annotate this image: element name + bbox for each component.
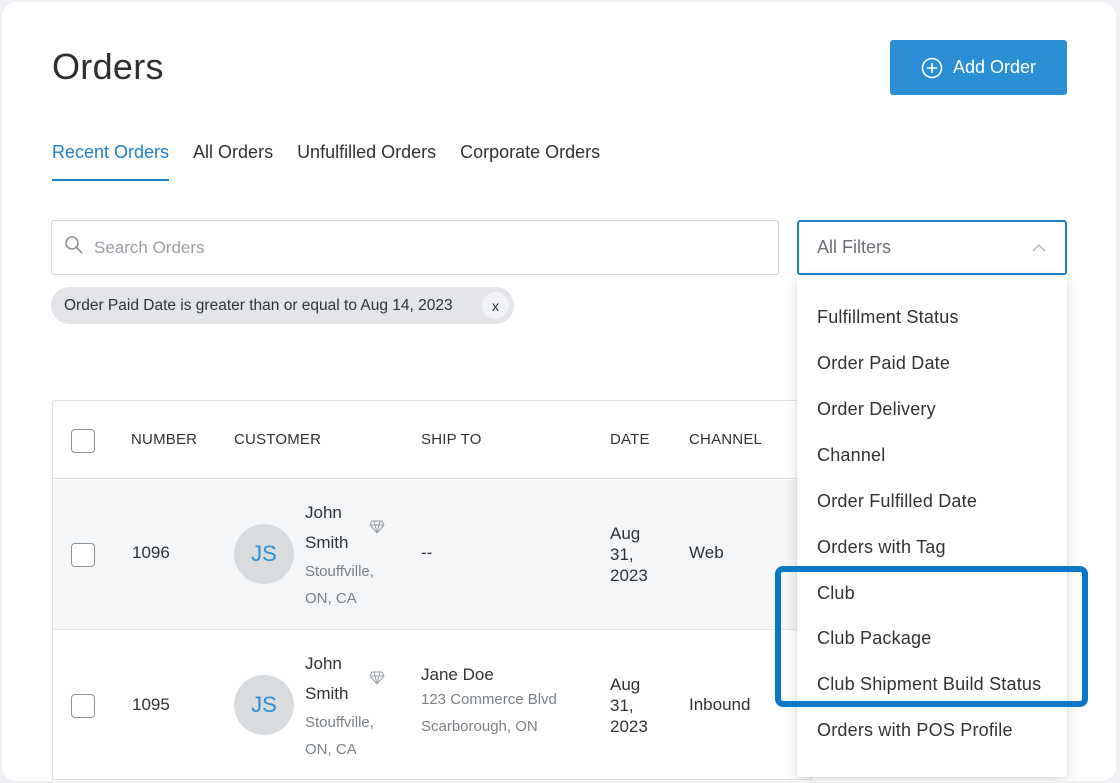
table-row[interactable]: 1095 JS John Smith Stouffville, ON, CA J… (53, 630, 811, 780)
table-row[interactable]: 1096 JS John Smith Stouffville, ON, CA -… (53, 480, 811, 630)
filter-option-order-fulfilled-date[interactable]: Order Fulfilled Date (817, 491, 977, 512)
ship-to-name: Jane Doe (421, 665, 494, 684)
add-order-label: Add Order (952, 57, 1037, 77)
column-header-channel[interactable]: CHANNEL (689, 431, 762, 448)
page-title: Orders (52, 46, 164, 87)
search-box (51, 220, 779, 275)
column-header-customer[interactable]: CUSTOMER (234, 431, 321, 448)
order-date-month: Aug (610, 524, 641, 543)
ship-to-city: Scarborough, ON (421, 718, 538, 735)
filter-option-order-paid-date[interactable]: Order Paid Date (817, 353, 950, 374)
order-date-year: 2023 (610, 717, 648, 736)
diamond-icon (369, 671, 385, 690)
tab-recent-orders[interactable]: Recent Orders (52, 142, 170, 181)
avatar: JS (234, 675, 294, 735)
filter-option-club-package[interactable]: Club Package (817, 628, 931, 649)
filter-option-orders-with-pos-profile[interactable]: Orders with POS Profile (817, 720, 1013, 741)
orders-panel: Orders Add Order Recent Orders All Order… (2, 2, 1116, 781)
orders-table: NUMBER CUSTOMER SHIP TO DATE CHANNEL 109… (52, 400, 812, 781)
order-number[interactable]: 1096 (132, 543, 170, 563)
customer-city: Stouffville, (305, 563, 374, 580)
order-number[interactable]: 1095 (132, 695, 170, 715)
customer-first-name[interactable]: John (305, 498, 355, 528)
tab-corporate-orders[interactable]: Corporate Orders (460, 142, 600, 181)
filter-chip-text: Order Paid Date is greater than or equal… (64, 296, 453, 314)
search-icon (64, 235, 84, 260)
row-checkbox[interactable] (71, 543, 95, 567)
filter-option-orders-with-tag[interactable]: Orders with Tag (817, 537, 946, 558)
active-filter-chip: Order Paid Date is greater than or equal… (51, 287, 514, 324)
all-filters-label: All Filters (817, 237, 892, 257)
filter-option-fulfillment-status[interactable]: Fulfillment Status (817, 307, 959, 328)
tab-all-orders[interactable]: All Orders (193, 142, 273, 181)
filter-option-order-delivery[interactable]: Order Delivery (817, 399, 936, 420)
order-date-day: 31, (610, 545, 634, 564)
diamond-icon (369, 520, 385, 539)
plus-circle-icon (921, 57, 943, 79)
customer-city: Stouffville, (305, 714, 374, 731)
ship-to-street: 123 Commerce Blvd (421, 691, 557, 708)
customer-region: ON, CA (305, 590, 357, 607)
filters-menu: Fulfillment Status Order Paid Date Order… (797, 277, 1067, 777)
order-channel: Web (689, 543, 724, 562)
customer-last-name[interactable]: Smith (305, 528, 355, 558)
all-filters-dropdown[interactable]: All Filters (797, 220, 1067, 275)
tab-unfulfilled-orders[interactable]: Unfulfilled Orders (297, 142, 436, 181)
customer-first-name[interactable]: John (305, 649, 355, 679)
order-tabs: Recent Orders All Orders Unfulfilled Ord… (52, 142, 600, 181)
filter-option-club-shipment-build-status[interactable]: Club Shipment Build Status (817, 674, 1041, 695)
row-checkbox[interactable] (71, 694, 95, 718)
ship-to-name: -- (421, 543, 433, 562)
search-input[interactable] (94, 237, 734, 258)
chevron-up-icon (1031, 237, 1047, 258)
remove-filter-button[interactable]: x (482, 292, 509, 319)
filter-option-channel[interactable]: Channel (817, 445, 885, 466)
column-header-date[interactable]: DATE (610, 431, 650, 448)
order-date-month: Aug (610, 675, 641, 694)
add-order-button[interactable]: Add Order (890, 40, 1067, 95)
customer-region: ON, CA (305, 741, 357, 758)
order-date-year: 2023 (610, 566, 648, 585)
column-header-number[interactable]: NUMBER (131, 431, 197, 448)
customer-last-name[interactable]: Smith (305, 679, 355, 709)
select-all-checkbox[interactable] (71, 429, 95, 453)
order-channel: Inbound (689, 695, 751, 714)
order-date-day: 31, (610, 696, 634, 715)
avatar: JS (234, 524, 294, 584)
filter-option-club[interactable]: Club (817, 583, 855, 604)
table-header: NUMBER CUSTOMER SHIP TO DATE CHANNEL (53, 401, 811, 479)
column-header-ship-to[interactable]: SHIP TO (421, 431, 482, 448)
